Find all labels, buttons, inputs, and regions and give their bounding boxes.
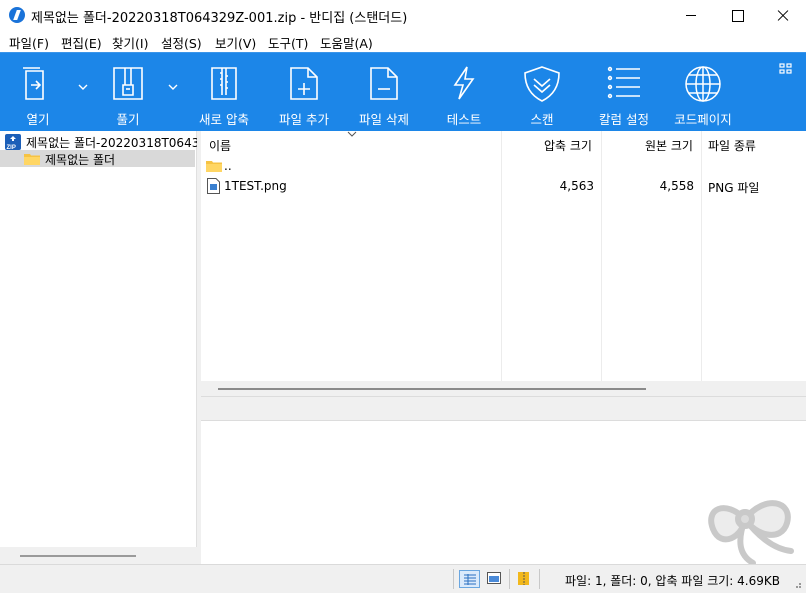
file-name: 1TEST.png (224, 179, 287, 193)
tree-folder-label: 제목없는 폴더 (45, 153, 116, 167)
list-horizontal-scrollbar[interactable] (201, 381, 806, 396)
delete-file-label: 파일 삭제 (359, 112, 409, 127)
test-label: 테스트 (446, 112, 482, 127)
open-button[interactable]: 열기 (7, 53, 69, 131)
new-archive-label: 새로 압축 (199, 112, 249, 127)
file-original-size: 4,558 (659, 179, 694, 193)
menu-help[interactable]: 도움말(A) (320, 33, 373, 52)
open-archive-icon (23, 67, 44, 100)
list-scroll-thumb[interactable] (218, 388, 646, 390)
detail-view-button[interactable] (459, 570, 480, 588)
bandizip-watermark-icon (708, 500, 794, 566)
new-archive-button[interactable]: 새로 압축 (188, 53, 260, 131)
extract-zipper-icon (113, 67, 143, 100)
maximize-button[interactable] (714, 0, 760, 30)
status-separator (539, 569, 540, 589)
archive-info-button[interactable] (514, 570, 535, 588)
status-bar: 파일: 1, 폴더: 0, 압축 파일 크기: 4.69KB (0, 564, 806, 593)
info-bar (201, 396, 806, 421)
menu-find[interactable]: 찾기(I) (112, 33, 148, 52)
new-archive-icon (211, 67, 237, 100)
folder-up-icon (206, 161, 222, 172)
status-separator (453, 569, 454, 589)
column-list-icon (607, 66, 640, 99)
status-separator (509, 569, 510, 589)
extract-button[interactable]: 풀기 (97, 53, 159, 131)
scan-button[interactable]: 스캔 (506, 53, 578, 131)
open-dropdown-chevron-icon[interactable] (78, 83, 88, 91)
menu-edit[interactable]: 편집(E) (61, 33, 102, 52)
menu-tools[interactable]: 도구(T) (268, 33, 308, 52)
file-name: .. (224, 159, 232, 173)
column-settings-button[interactable]: 칼럼 설정 (588, 53, 660, 131)
status-summary: 파일: 1, 폴더: 0, 압축 파일 크기: 4.69KB (565, 574, 780, 588)
folder-icon (24, 154, 40, 165)
folder-tree-pane: ZIP 제목없는 폴더-20220318T0643 제목없는 폴더 (0, 131, 200, 564)
minimize-button[interactable] (668, 0, 714, 30)
extract-label: 풀기 (116, 112, 140, 127)
file-list-pane: 이름 압축 크기 원본 크기 파일 종류 .. 1TEST.png 4,563 … (201, 131, 806, 396)
tree-root-label: 제목없는 폴더-20220318T0643 (26, 136, 200, 150)
file-type: PNG 파일 (708, 181, 760, 195)
codepage-button[interactable]: 코드페이지 (667, 53, 739, 131)
image-file-icon (207, 178, 220, 194)
extract-dropdown-chevron-icon[interactable] (168, 83, 178, 91)
preview-pane (201, 421, 806, 566)
menu-settings[interactable]: 설정(S) (161, 33, 202, 52)
tree-horizontal-scrollbar[interactable] (0, 547, 197, 564)
bandizip-app-icon[interactable] (9, 7, 25, 23)
add-file-label: 파일 추가 (279, 112, 329, 127)
resize-grip-icon[interactable] (792, 579, 802, 589)
globe-icon (685, 66, 721, 102)
close-button[interactable] (760, 0, 806, 30)
add-file-button[interactable]: 파일 추가 (268, 53, 340, 131)
tree-folder-item[interactable]: 제목없는 폴더 (0, 150, 195, 167)
menu-bar: 파일(F) 편집(E) 찾기(I) 설정(S) 보기(V) 도구(T) 도움말(… (0, 30, 806, 52)
window-title: 제목없는 폴더-20220318T064329Z-001.zip - 반디집 (… (31, 11, 408, 26)
toolbar: 열기 풀기 새로 압축 파일 추가 파일 삭제 테스트 스캔 칼럼 설정 코드페… (0, 52, 806, 131)
column-header-name[interactable]: 이름 (209, 137, 231, 154)
list-item-parent-folder[interactable]: .. (201, 157, 806, 175)
codepage-label: 코드페이지 (674, 112, 732, 127)
column-header-packed-size[interactable]: 압축 크기 (544, 137, 592, 154)
sort-chevron-icon (347, 131, 357, 137)
file-packed-size: 4,563 (559, 179, 594, 193)
zip-archive-icon: ZIP (5, 134, 21, 150)
lightning-icon (453, 66, 475, 100)
detail-view-icon (464, 574, 476, 585)
title-bar: 제목없는 폴더-20220318T064329Z-001.zip - 반디집 (… (0, 0, 806, 30)
tree-scroll-thumb[interactable] (20, 555, 136, 557)
delete-file-button[interactable]: 파일 삭제 (348, 53, 420, 131)
test-button[interactable]: 테스트 (428, 53, 500, 131)
shield-scan-icon (524, 66, 560, 102)
column-header-file-type[interactable]: 파일 종류 (708, 137, 756, 154)
add-file-icon (290, 67, 318, 100)
menu-file[interactable]: 파일(F) (9, 33, 49, 52)
archive-book-icon (518, 572, 529, 585)
open-label: 열기 (26, 112, 50, 127)
menu-view[interactable]: 보기(V) (215, 33, 256, 52)
preview-view-button[interactable] (484, 570, 505, 588)
list-item-file[interactable]: 1TEST.png 4,563 4,558 PNG 파일 (201, 177, 806, 195)
preview-pane-icon (487, 572, 501, 584)
column-header-original-size[interactable]: 원본 크기 (645, 137, 693, 154)
column-settings-label: 칼럼 설정 (599, 112, 649, 127)
delete-file-icon (370, 67, 398, 100)
layout-grid-icon[interactable] (779, 63, 793, 75)
scan-label: 스캔 (530, 112, 554, 127)
